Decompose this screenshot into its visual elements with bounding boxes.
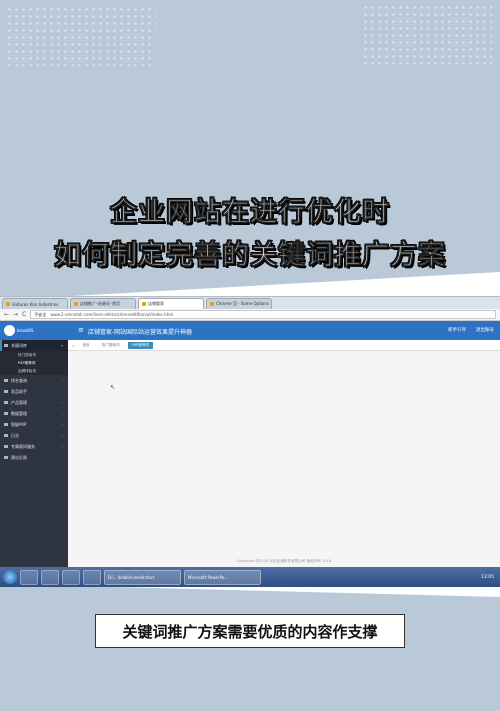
- menu-item-icon: [4, 434, 8, 437]
- page-icon: [6, 302, 10, 306]
- main-content: « 首页 热门搜索词 P4P推荐词 ↖ ····· ··· Copyright …: [68, 340, 500, 567]
- menu-item-icon: [4, 344, 8, 347]
- security-label: 不安全: [34, 311, 47, 317]
- url-text: www.2-umnstoh.com/lives-allntsck/mnsedkf…: [50, 312, 174, 317]
- address-bar: ← → C 不安全 www.2-umnstoh.com/lives-allnts…: [0, 309, 500, 321]
- sidebar-item[interactable]: 日志 ‹: [0, 430, 68, 441]
- menu-item-icon: [4, 445, 8, 448]
- mouse-cursor-icon: ↖: [110, 384, 116, 391]
- headline-line-2: 如何制定完善的关键词推广方案: [54, 240, 446, 272]
- taskbar-app-icon[interactable]: [83, 569, 101, 585]
- sidebar-item[interactable]: 发品助手 ‹: [0, 386, 68, 397]
- menu-item-icon: [4, 401, 8, 404]
- app-title: 店铺管家-网站国际站运营效果提升神器: [88, 329, 193, 336]
- browser-tab-strip: Vultures Kiss Industries 店铺推广-关键词 ·首页 店铺…: [0, 297, 500, 309]
- page-icon: [142, 302, 146, 306]
- screenshot-window: Vultures Kiss Industries 店铺推广-关键词 ·首页 店铺…: [0, 296, 500, 587]
- url-input[interactable]: 不安全 www.2-umnstoh.com/lives-allntsck/mns…: [30, 310, 496, 319]
- menu-item-icon: [4, 423, 8, 426]
- taskbar-window[interactable]: Microsoft PowerPo...: [184, 569, 261, 585]
- logout-link[interactable]: 退出账号: [476, 327, 494, 333]
- chevron-left-icon: ‹: [61, 444, 63, 449]
- watermark: ·····: [479, 362, 486, 367]
- sidebar-item[interactable]: 产品管理 ‹: [0, 397, 68, 408]
- sidebar-item[interactable]: 专属顾问服务 ‹: [0, 441, 68, 452]
- sidebar-item[interactable]: 智能P4P ‹: [0, 419, 68, 430]
- browser-tab[interactable]: Chrome 页 · Some Options: [206, 298, 272, 309]
- user-menu[interactable]: brookBS: [4, 324, 34, 337]
- app-header: brookBS ≡ 店铺管家-网站国际站运营效果提升神器 新手引导 退出账号: [0, 321, 500, 340]
- avatar: [4, 325, 15, 336]
- decorative-dots: [362, 4, 492, 64]
- sidebar-item-keywords[interactable]: 关键词库 ▾: [0, 340, 68, 351]
- system-clock: 13:05: [481, 574, 494, 580]
- sidebar-subitem-active[interactable]: P4P推荐词: [0, 359, 68, 367]
- header-actions: 新手引导 退出账号: [448, 327, 494, 333]
- browser-tab[interactable]: 店铺推广-关键词 ·首页: [70, 298, 136, 309]
- chevron-left-icon: ‹: [61, 400, 63, 405]
- guide-link[interactable]: 新手引导: [448, 327, 466, 333]
- chevron-down-icon: ▾: [60, 343, 63, 348]
- sidebar-subitem[interactable]: 热门搜索词: [0, 351, 68, 359]
- sidebar-subitem[interactable]: 品牌排除词: [0, 367, 68, 375]
- sidebar: 关键词库 ▾ 热门搜索词 P4P推荐词 品牌排除词 排名查询 ‹ 发品助手 ‹ 产品管…: [0, 340, 68, 567]
- menu-item-icon: [4, 412, 8, 415]
- content-tabs: « 首页 热门搜索词 P4P推荐词: [68, 340, 500, 351]
- tab-home[interactable]: 首页: [78, 342, 93, 349]
- browser-tab[interactable]: Vultures Kiss Industries: [2, 298, 68, 309]
- reload-icon[interactable]: C: [22, 311, 26, 318]
- watermark: ···: [482, 430, 486, 435]
- taskbar-app-icon[interactable]: [41, 569, 59, 585]
- menu-item-icon: [4, 456, 8, 459]
- chevron-left-icon[interactable]: «: [72, 343, 74, 348]
- user-name: brookBS: [17, 328, 34, 333]
- os-taskbar: D:\...\kdalkfunecllrxfact Microsoft Powe…: [0, 567, 500, 587]
- start-button[interactable]: [3, 570, 17, 584]
- sidebar-item[interactable]: 数据管理 ‹: [0, 408, 68, 419]
- back-arrow-icon[interactable]: ←: [4, 311, 9, 318]
- decorative-dots: [6, 6, 156, 66]
- chevron-left-icon: ‹: [61, 433, 63, 438]
- browser-tab-active[interactable]: 店铺管家: [138, 298, 204, 309]
- chevron-left-icon: ‹: [61, 378, 63, 383]
- chevron-left-icon: ‹: [61, 422, 63, 427]
- caption-box: 关键词推广方案需要优质的内容作支撑: [95, 614, 405, 648]
- page-icon: [74, 302, 78, 306]
- taskbar-window[interactable]: D:\...\kdalkfunecllrxfact: [104, 569, 181, 585]
- copyright-footer: Copyright @2018 北京佳铺软件有限公司 版权所有 2018: [236, 559, 332, 563]
- menu-item-icon: [4, 390, 8, 393]
- hamburger-menu-icon[interactable]: ≡: [78, 326, 84, 334]
- taskbar-app-icon[interactable]: [62, 569, 80, 585]
- tab-p4p-recommend[interactable]: P4P推荐词: [127, 341, 154, 349]
- sidebar-item[interactable]: 建议反馈: [0, 452, 68, 463]
- menu-item-icon: [4, 379, 8, 382]
- sidebar-item[interactable]: 排名查询 ‹: [0, 375, 68, 386]
- chevron-left-icon: ‹: [61, 411, 63, 416]
- forward-arrow-icon[interactable]: →: [13, 311, 18, 318]
- page-icon: [210, 302, 214, 306]
- app-page: brookBS ≡ 店铺管家-网站国际站运营效果提升神器 新手引导 退出账号 关…: [0, 321, 500, 567]
- headline-line-1: 企业网站在进行优化时: [110, 197, 390, 229]
- chevron-left-icon: ‹: [61, 389, 63, 394]
- taskbar-app-icon[interactable]: [20, 569, 38, 585]
- tab-hot-search[interactable]: 热门搜索词: [98, 342, 124, 349]
